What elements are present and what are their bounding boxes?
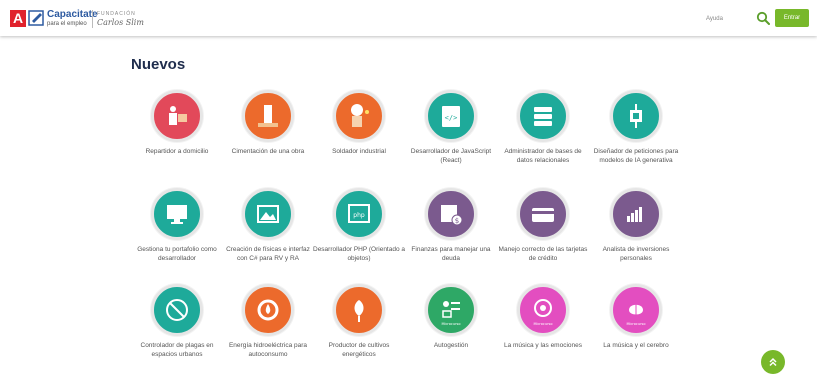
course-title[interactable]: Administrador de bases de datos relacion… — [497, 148, 589, 165]
course-title[interactable]: Finanzas para manejar una deuda — [405, 246, 497, 263]
hydro-energy-icon — [257, 299, 279, 321]
calendar-money-icon: $ — [441, 205, 463, 226]
microcourse-badge: Microcurso — [627, 322, 646, 326]
welder-icon — [351, 104, 369, 127]
course-card[interactable]: Productor de cultivos energéticos — [313, 284, 405, 359]
login-button[interactable]: Entrar — [775, 9, 809, 27]
investment-chart-icon — [627, 207, 642, 222]
course-image[interactable] — [333, 284, 385, 336]
course-card[interactable]: Repartidor a domicilio — [131, 90, 223, 157]
course-card[interactable]: Microcurso Autogestión — [405, 284, 497, 351]
course-title[interactable]: Manejo correcto de las tarjetas de crédi… — [497, 246, 589, 263]
course-card[interactable]: Manejo correcto de las tarjetas de crédi… — [497, 188, 589, 263]
course-card[interactable]: Microcurso La música y el cerebro — [590, 284, 682, 351]
delivery-person-icon — [169, 106, 187, 125]
course-title[interactable]: Diseñador de peticiones para modelos de … — [590, 148, 682, 165]
course-card[interactable]: php Desarrollador PHP (Orientado a objeto… — [313, 188, 405, 263]
section-title: Nuevos — [131, 56, 186, 73]
course-card[interactable]: Cimentación de una obra — [222, 90, 314, 157]
self-management-icon: Microcurso — [442, 301, 461, 326]
ai-chip-icon — [630, 104, 642, 128]
php-window-icon: php — [348, 204, 370, 223]
course-title[interactable]: Autogestión — [405, 342, 497, 351]
course-title[interactable]: Energía hidroeléctrica para autoconsumo — [222, 342, 314, 359]
capacitate-logo-icon — [28, 10, 44, 26]
capacitate-brand-title[interactable]: Capacitate — [47, 9, 98, 20]
course-image[interactable] — [333, 90, 385, 142]
logo-divider — [92, 10, 93, 28]
music-brain-icon: Microcurso — [627, 304, 646, 326]
building-foundation-icon — [258, 105, 278, 127]
plant-plug-icon — [354, 300, 364, 322]
portfolio-screen-icon — [167, 205, 187, 224]
course-title[interactable]: Repartidor a domicilio — [131, 148, 223, 157]
course-title[interactable]: Desarrollador PHP (Orientado a objetos) — [313, 246, 405, 263]
course-image[interactable]: php — [333, 188, 385, 240]
course-image[interactable]: Microcurso — [425, 284, 477, 336]
course-card[interactable]: $ Finanzas para manejar una deuda — [405, 188, 497, 263]
course-title[interactable]: Gestiona tu portafolio como desarrollado… — [131, 246, 223, 263]
course-title[interactable]: Analista de inversiones personales — [590, 246, 682, 263]
svg-text:php: php — [353, 212, 365, 219]
course-image[interactable] — [151, 90, 203, 142]
capacitate-brand-subtitle: para el empleo — [47, 21, 87, 27]
course-image[interactable] — [610, 90, 662, 142]
course-card[interactable]: Soldador industrial — [313, 90, 405, 157]
course-card[interactable]: Energía hidroeléctrica para autoconsumo — [222, 284, 314, 359]
course-image[interactable]: </> — [425, 90, 477, 142]
course-title[interactable]: La música y las emociones — [497, 342, 589, 351]
credit-card-icon — [532, 208, 554, 222]
course-image[interactable]: Microcurso — [517, 284, 569, 336]
course-title[interactable]: Desarrollador de JavaScript (React) — [405, 148, 497, 165]
pest-control-icon — [166, 299, 188, 321]
course-title[interactable]: Creación de físicas e interfaz con C# pa… — [222, 246, 314, 263]
database-server-icon — [534, 107, 552, 126]
course-title[interactable]: Cimentación de una obra — [222, 148, 314, 157]
course-card[interactable]: Controlador de plagas en espacios urbano… — [131, 284, 223, 359]
code-document-icon: </> — [442, 106, 460, 127]
course-image[interactable]: Microcurso — [610, 284, 662, 336]
help-link[interactable]: Ayuda — [706, 16, 723, 22]
foundation-label: FUNDACIÓN — [97, 11, 136, 17]
course-image[interactable] — [610, 188, 662, 240]
course-card[interactable]: Microcurso La música y las emociones — [497, 284, 589, 351]
microcourse-badge: Microcurso — [534, 322, 553, 326]
svg-text:</>: </> — [445, 114, 458, 122]
course-image[interactable] — [151, 284, 203, 336]
course-card[interactable]: Gestiona tu portafolio como desarrollado… — [131, 188, 223, 263]
course-image[interactable] — [242, 90, 294, 142]
microcourse-badge: Microcurso — [442, 322, 461, 326]
course-card[interactable]: </> Desarrollador de JavaScript (React) — [405, 90, 497, 165]
course-title[interactable]: Soldador industrial — [313, 148, 405, 157]
scroll-to-top-button[interactable] — [761, 350, 785, 374]
svg-text:$: $ — [455, 217, 459, 225]
double-chevron-up-icon — [769, 357, 777, 367]
aprende-logo[interactable]: A — [10, 10, 26, 27]
course-card[interactable]: Creación de físicas e interfaz con C# pa… — [222, 188, 314, 263]
course-title[interactable]: La música y el cerebro — [590, 342, 682, 351]
course-card[interactable]: Diseñador de peticiones para modelos de … — [590, 90, 682, 165]
course-image[interactable] — [151, 188, 203, 240]
course-image[interactable] — [517, 188, 569, 240]
course-image[interactable] — [242, 284, 294, 336]
search-icon[interactable] — [756, 11, 770, 25]
course-card[interactable]: Administrador de bases de datos relacion… — [497, 90, 589, 165]
top-navbar: A Capacitate para el empleo FUNDACIÓN Ca… — [0, 0, 817, 36]
foundation-name[interactable]: Carlos Slim — [97, 18, 144, 27]
vr-image-icon — [257, 205, 279, 223]
music-head-icon: Microcurso — [534, 299, 553, 326]
course-title[interactable]: Productor de cultivos energéticos — [313, 342, 405, 359]
course-card[interactable]: Analista de inversiones personales — [590, 188, 682, 263]
course-image[interactable]: $ — [425, 188, 477, 240]
course-image[interactable] — [242, 188, 294, 240]
course-title[interactable]: Controlador de plagas en espacios urbano… — [131, 342, 223, 359]
course-image[interactable] — [517, 90, 569, 142]
